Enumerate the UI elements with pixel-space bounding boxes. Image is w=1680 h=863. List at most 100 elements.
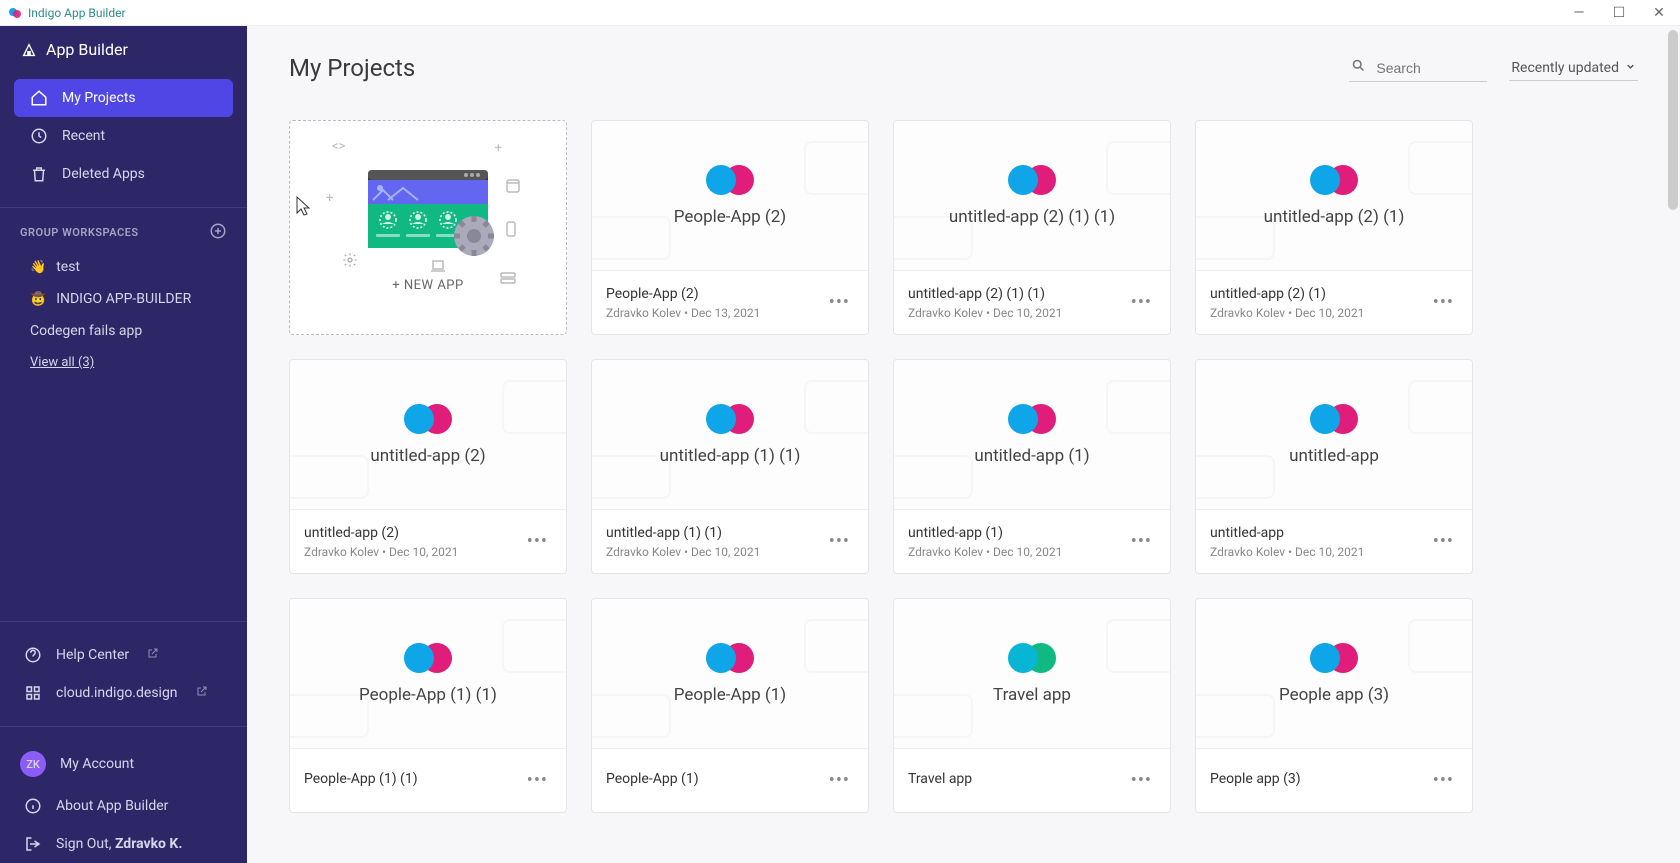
box-icon — [506, 179, 520, 197]
home-icon — [30, 89, 48, 107]
project-logo-icon — [706, 165, 754, 195]
workspaces-header: GROUP WORKSPACES — [0, 222, 247, 251]
preview-title: untitled-app — [1279, 446, 1389, 466]
project-logo-icon — [404, 643, 452, 673]
nav-label: Deleted Apps — [62, 166, 145, 182]
preview-title: untitled-app (2) — [360, 446, 495, 466]
cursor-icon — [294, 195, 314, 224]
nav-my-projects[interactable]: My Projects — [14, 79, 233, 117]
cloud-link[interactable]: cloud.indigo.design — [0, 674, 247, 712]
nav-label: Recent — [62, 128, 105, 144]
more-button[interactable]: ••• — [1127, 288, 1156, 317]
more-button[interactable]: ••• — [825, 288, 854, 317]
project-card[interactable]: untitled-app untitled-app Zdravko Kolev … — [1195, 359, 1473, 574]
more-button[interactable]: ••• — [1429, 288, 1458, 317]
maximize-button[interactable]: ☐ — [1606, 5, 1632, 21]
workspace-item[interactable]: 🤠INDIGO APP-BUILDER — [0, 283, 247, 315]
workspace-item[interactable]: Codegen fails app — [0, 315, 247, 347]
workspace-name: INDIGO APP-BUILDER — [56, 291, 191, 307]
search-input[interactable] — [1376, 60, 1485, 76]
preview-title: People-App (1) — [664, 685, 796, 705]
laptop-icon — [430, 260, 446, 276]
about-link[interactable]: About App Builder — [0, 787, 247, 825]
project-card[interactable]: Travel app Travel app ••• — [893, 598, 1171, 813]
close-button[interactable]: ✕ — [1646, 5, 1672, 21]
project-logo-icon — [1008, 643, 1056, 673]
search-icon — [1351, 58, 1366, 77]
sign-out-link[interactable]: Sign Out, Zdravko K. — [0, 825, 247, 863]
scrollbar[interactable] — [1668, 30, 1678, 210]
preview-title: People-App (1) (1) — [349, 685, 507, 705]
code-icon: <> — [332, 139, 345, 154]
project-logo-icon — [706, 404, 754, 434]
project-card[interactable]: untitled-app (2) (1) untitled-app (2) (1… — [1195, 120, 1473, 335]
card-preview: untitled-app — [1196, 360, 1472, 510]
sidebar: App Builder My Projects Recent Deleted — [0, 26, 247, 863]
brand-header: App Builder — [0, 26, 247, 79]
project-card[interactable]: People app (3) People app (3) ••• — [1195, 598, 1473, 813]
project-title: untitled-app (2) — [304, 525, 458, 541]
card-preview: untitled-app (1) — [894, 360, 1170, 510]
view-all-workspaces[interactable]: View all (3) — [0, 347, 247, 378]
project-card[interactable]: untitled-app (2) untitled-app (2) Zdravk… — [289, 359, 567, 574]
project-meta: Zdravko Kolev • Dec 10, 2021 — [304, 545, 458, 559]
gear-icon — [342, 252, 358, 272]
more-button[interactable]: ••• — [1127, 766, 1156, 795]
new-app-label: + NEW APP — [392, 278, 463, 293]
sort-dropdown[interactable]: Recently updated — [1509, 56, 1638, 81]
project-card[interactable]: untitled-app (1) (1) untitled-app (1) (1… — [591, 359, 869, 574]
help-icon — [24, 646, 42, 664]
more-button[interactable]: ••• — [825, 766, 854, 795]
add-workspace-button[interactable] — [209, 222, 227, 243]
project-title: People-App (2) — [606, 286, 760, 302]
more-button[interactable]: ••• — [1127, 527, 1156, 556]
project-title: People-App (1) — [606, 771, 699, 787]
window-title: Indigo App Builder — [28, 6, 126, 20]
workspace-item[interactable]: 👋test — [0, 251, 247, 283]
project-card[interactable]: People-App (2) People-App (2) Zdravko Ko… — [591, 120, 869, 335]
search-box[interactable] — [1349, 54, 1487, 82]
more-button[interactable]: ••• — [1429, 766, 1458, 795]
plus-icon: + — [326, 191, 333, 206]
project-card[interactable]: People-App (1) (1) People-App (1) (1) ••… — [289, 598, 567, 813]
more-button[interactable]: ••• — [523, 527, 552, 556]
project-card[interactable]: untitled-app (2) (1) (1) untitled-app (2… — [893, 120, 1171, 335]
help-center-link[interactable]: Help Center — [0, 636, 247, 674]
clock-icon — [30, 127, 48, 145]
project-meta: Zdravko Kolev • Dec 10, 2021 — [908, 545, 1062, 559]
more-button[interactable]: ••• — [523, 766, 552, 795]
project-title: untitled-app (1) — [908, 525, 1062, 541]
more-button[interactable]: ••• — [825, 527, 854, 556]
preview-title: Travel app — [983, 685, 1081, 705]
new-app-card[interactable]: <> + + — [289, 120, 567, 335]
preview-title: People app (3) — [1269, 685, 1399, 705]
user-avatar: ZK — [20, 751, 46, 777]
card-preview: untitled-app (2) — [290, 360, 566, 510]
project-title: untitled-app — [1210, 525, 1364, 541]
project-meta: Zdravko Kolev • Dec 10, 2021 — [606, 545, 760, 559]
card-preview: People app (3) — [1196, 599, 1472, 749]
nav-deleted[interactable]: Deleted Apps — [14, 155, 233, 193]
apps-icon — [24, 684, 42, 702]
mobile-icon — [506, 221, 516, 241]
minimize-button[interactable]: — — [1566, 5, 1592, 21]
titlebar: Indigo App Builder — ☐ ✕ — [0, 0, 1680, 26]
project-card[interactable]: People-App (1) People-App (1) ••• — [591, 598, 869, 813]
signout-icon — [24, 835, 42, 853]
rows-icon — [500, 272, 516, 288]
more-button[interactable]: ••• — [1429, 527, 1458, 556]
project-card[interactable]: untitled-app (1) untitled-app (1) Zdravk… — [893, 359, 1171, 574]
nav-recent[interactable]: Recent — [14, 117, 233, 155]
preview-title: untitled-app (1) (1) — [650, 446, 811, 466]
page-title: My Projects — [289, 54, 415, 82]
brand-name: App Builder — [46, 40, 128, 59]
card-preview: People-App (1) (1) — [290, 599, 566, 749]
preview-title: People-App (2) — [664, 207, 796, 227]
project-title: untitled-app (2) (1) (1) — [908, 286, 1062, 302]
chevron-down-icon — [1625, 60, 1636, 76]
card-preview: untitled-app (2) (1) — [1196, 121, 1472, 271]
my-account-link[interactable]: ZK My Account — [0, 741, 247, 787]
project-logo-icon — [1310, 165, 1358, 195]
project-title: untitled-app (2) (1) — [1210, 286, 1364, 302]
card-preview: People-App (2) — [592, 121, 868, 271]
